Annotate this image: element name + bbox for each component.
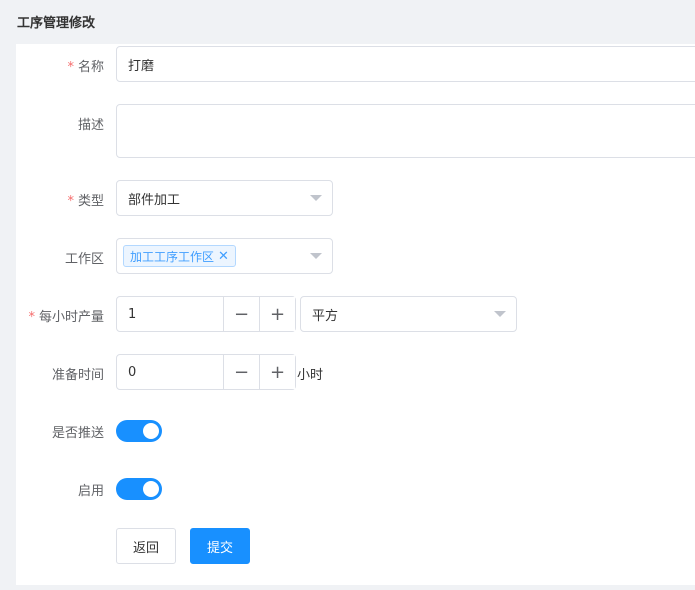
prep-label: 准备时间 <box>51 368 104 383</box>
prep-value: 0 <box>128 364 137 380</box>
prep-unit: 小时 <box>297 368 324 383</box>
push-label: 是否推送 <box>51 426 104 441</box>
output-stepper[interactable]: 1 − + <box>116 296 296 332</box>
minus-icon[interactable]: − <box>223 297 259 331</box>
workarea-select[interactable]: 加工工序工作区 ✕ <box>116 238 333 274</box>
toggle-knob <box>143 423 159 439</box>
minus-icon[interactable]: − <box>223 355 259 389</box>
required-mark: * <box>28 310 35 325</box>
name-input[interactable]: 打磨 <box>116 46 695 82</box>
chevron-down-icon <box>494 311 506 317</box>
workarea-tag: 加工工序工作区 ✕ <box>123 245 236 267</box>
toggle-knob <box>143 481 159 497</box>
type-value: 部件加工 <box>128 192 181 208</box>
enabled-toggle[interactable] <box>116 478 162 500</box>
prep-stepper[interactable]: 0 − + <box>116 354 296 390</box>
description-label: 描述 <box>77 118 104 133</box>
page-title: 工序管理修改 <box>17 16 96 31</box>
close-icon[interactable]: ✕ <box>218 250 229 263</box>
required-mark: * <box>67 60 74 75</box>
push-toggle[interactable] <box>116 420 162 442</box>
enabled-label: 启用 <box>77 484 104 499</box>
back-button[interactable]: 返回 <box>116 528 176 564</box>
name-value: 打磨 <box>128 58 155 74</box>
plus-icon[interactable]: + <box>259 355 295 389</box>
description-textarea[interactable] <box>116 104 695 158</box>
chevron-down-icon <box>310 253 322 259</box>
output-label: * 每小时产量 <box>28 310 104 325</box>
required-mark: * <box>67 194 74 209</box>
workarea-label: 工作区 <box>64 252 104 267</box>
output-value: 1 <box>128 306 137 322</box>
output-unit-value: 平方 <box>312 308 339 324</box>
name-label: * 名称 <box>67 60 104 75</box>
type-label: * 类型 <box>67 194 104 209</box>
type-select[interactable]: 部件加工 <box>116 180 333 216</box>
output-unit-select[interactable]: 平方 <box>300 296 517 332</box>
chevron-down-icon <box>310 195 322 201</box>
form-panel: * 名称 打磨 描述 * 类型 部件加工 工作区 加工工序工作区 ✕ * 每小时产量 … <box>16 44 695 585</box>
submit-button[interactable]: 提交 <box>190 528 250 564</box>
plus-icon[interactable]: + <box>259 297 295 331</box>
